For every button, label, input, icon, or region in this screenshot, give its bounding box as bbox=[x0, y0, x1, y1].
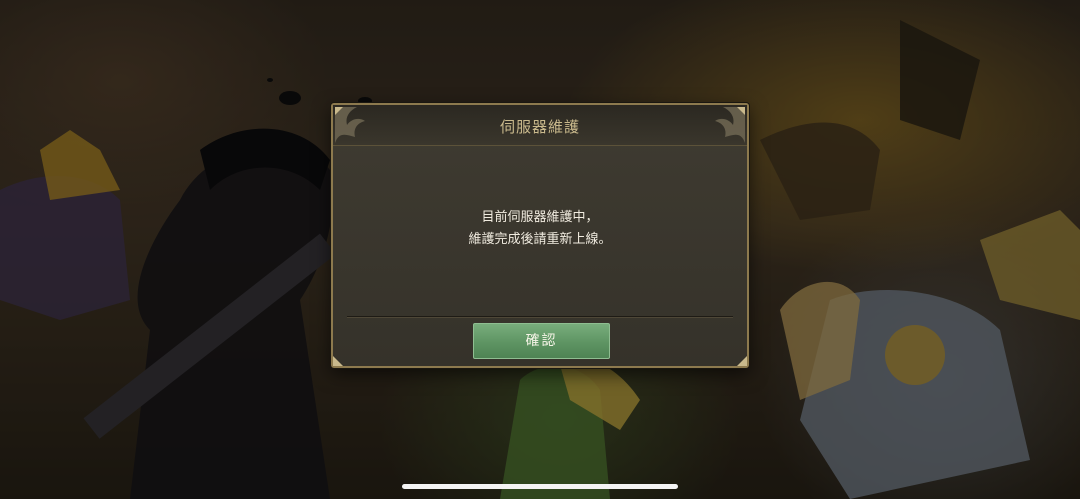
server-maintenance-dialog: 伺服器維護 目前伺服器維護中， 維護完成後請重新上線。 確認 bbox=[331, 103, 749, 368]
dialog-title: 伺服器維護 bbox=[499, 118, 580, 136]
dialog-divider bbox=[347, 316, 733, 317]
message-line-2: 維護完成後請重新上線。 bbox=[468, 232, 612, 247]
ornament-corner-icon bbox=[333, 356, 343, 366]
message-line-1: 目前伺服器維護中， bbox=[481, 210, 599, 225]
dialog-header: 伺服器維護 bbox=[333, 105, 747, 146]
game-screen: 伺服器維護 目前伺服器維護中， 維護完成後請重新上線。 確認 bbox=[0, 0, 1080, 499]
ornament-corner-icon bbox=[737, 356, 747, 366]
confirm-button[interactable]: 確認 bbox=[473, 323, 610, 359]
home-indicator[interactable] bbox=[402, 484, 678, 489]
dialog-message: 目前伺服器維護中， 維護完成後請重新上線。 bbox=[333, 207, 747, 251]
